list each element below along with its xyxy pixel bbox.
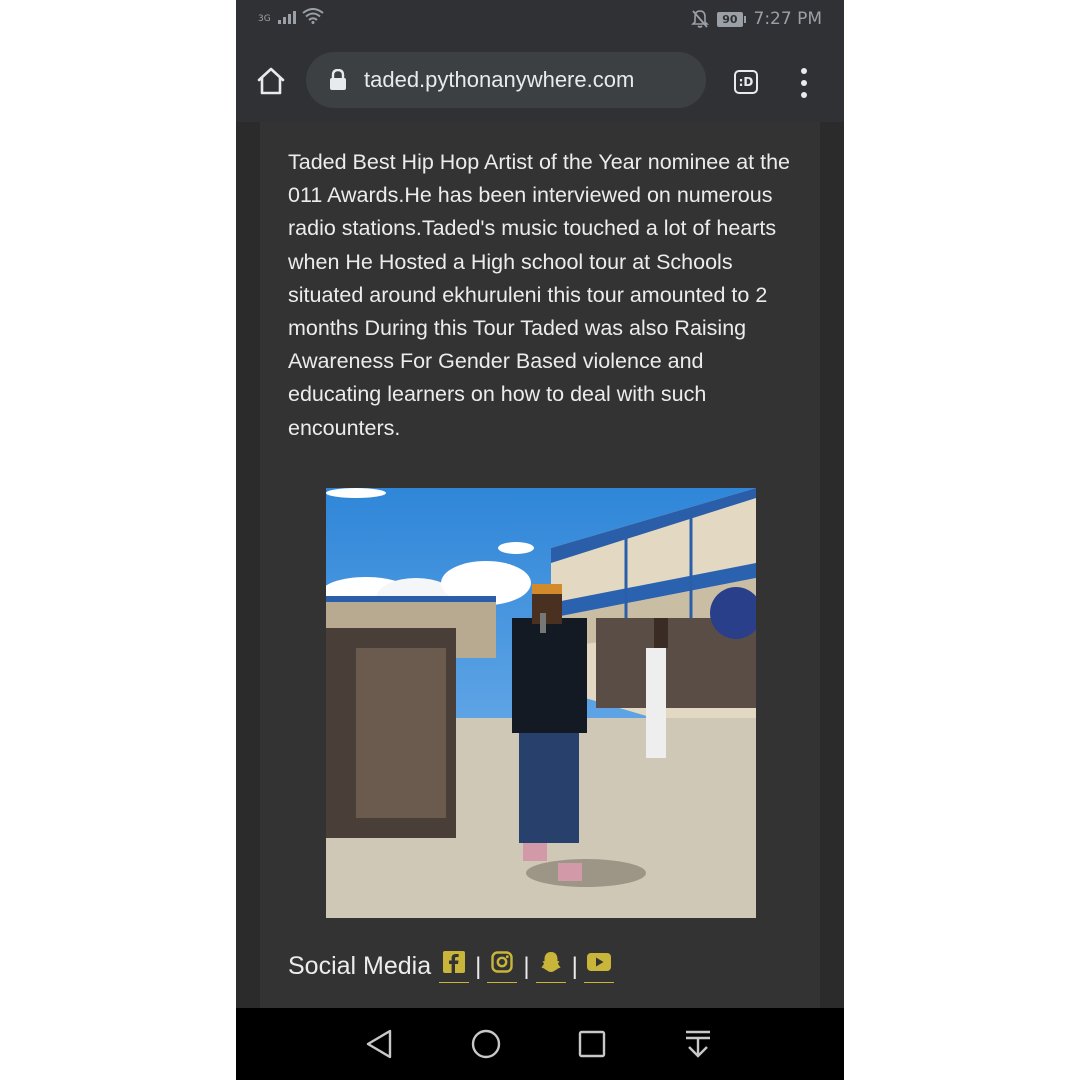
bio-paragraph: Taded Best Hip Hop Artist of the Year no… bbox=[288, 150, 790, 440]
page-content: Taded Best Hip Hop Artist of the Year no… bbox=[260, 122, 820, 1008]
status-left: 3G bbox=[258, 8, 324, 24]
clock: 7:27 PM bbox=[753, 9, 823, 29]
phone-screen: 3G 90 7:27 PM taded.pythonanywhere.com:… bbox=[236, 0, 844, 1080]
snapchat-icon[interactable] bbox=[535, 950, 566, 983]
more-vert-icon[interactable] bbox=[796, 68, 812, 98]
facebook-icon[interactable] bbox=[439, 950, 470, 983]
instagram-icon[interactable] bbox=[487, 950, 518, 983]
status-bar: 3G 90 7:27 PM bbox=[236, 0, 844, 42]
status-right: 90 7:27 PM bbox=[691, 9, 822, 29]
performance-photo bbox=[326, 488, 756, 918]
battery-level: 90 bbox=[717, 11, 743, 27]
social-media-label: Social Media bbox=[288, 952, 432, 980]
url-text: taded.pythonanywhere.com bbox=[364, 67, 635, 92]
home-circle-icon[interactable] bbox=[468, 1026, 504, 1062]
battery-icon: 90 bbox=[717, 11, 746, 27]
wifi-icon bbox=[302, 8, 324, 24]
address-bar[interactable]: taded.pythonanywhere.com bbox=[306, 52, 706, 108]
browser-toolbar: taded.pythonanywhere.com :D bbox=[236, 42, 844, 122]
network-type: 3G bbox=[258, 14, 271, 24]
lock-icon bbox=[330, 69, 346, 90]
tab-switcher-icon[interactable]: :D bbox=[734, 70, 758, 94]
home-icon[interactable] bbox=[256, 66, 286, 96]
separator: | bbox=[523, 952, 530, 980]
youtube-icon[interactable] bbox=[583, 950, 614, 983]
back-icon[interactable] bbox=[362, 1026, 398, 1062]
recents-icon[interactable] bbox=[574, 1026, 610, 1062]
social-media-row: Social Media | | | bbox=[288, 950, 614, 983]
separator: | bbox=[571, 952, 578, 980]
separator: | bbox=[475, 952, 482, 980]
signal-icon bbox=[277, 10, 296, 24]
system-nav-bar bbox=[236, 1008, 844, 1080]
notification-pulldown-icon[interactable] bbox=[680, 1026, 716, 1062]
notifications-off-icon bbox=[691, 10, 710, 28]
